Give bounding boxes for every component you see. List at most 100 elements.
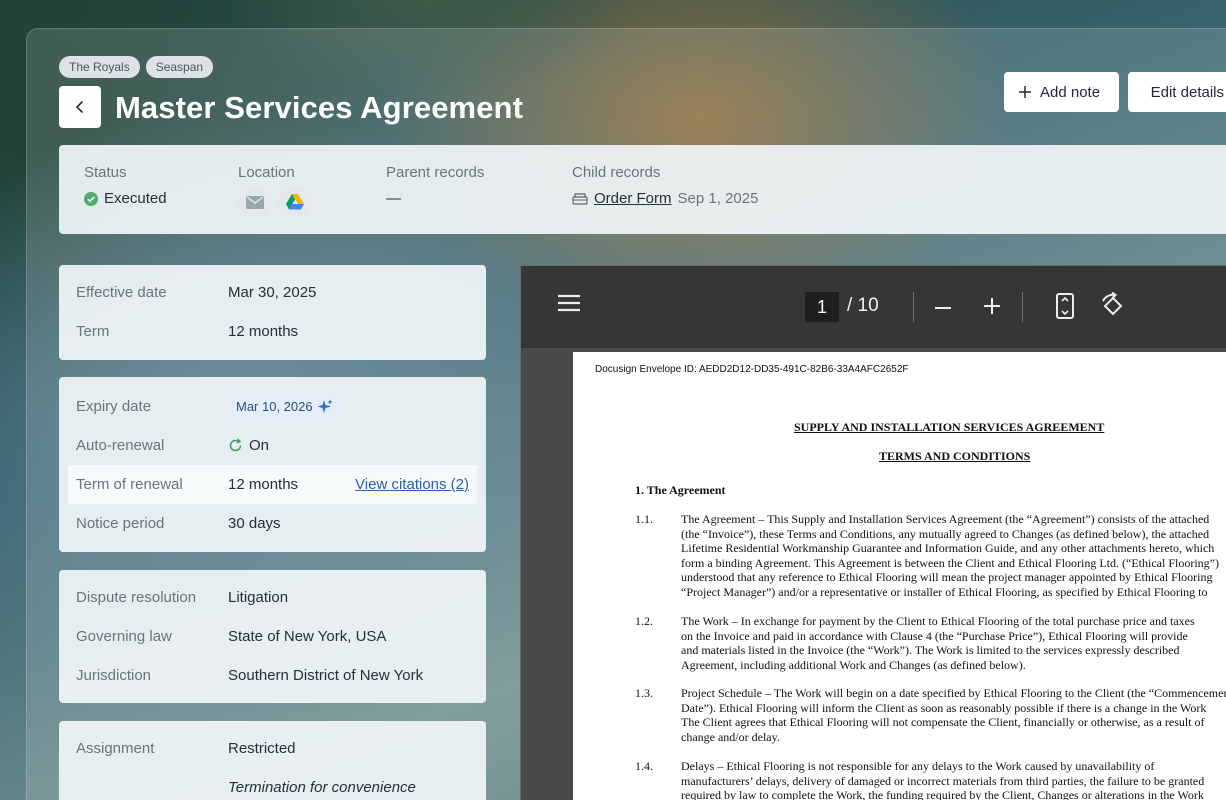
clause-line: understood that any reference to Ethical… xyxy=(681,570,1213,585)
pdf-toolbar: 1 / 10 xyxy=(521,266,1226,348)
ai-sparkle-icon xyxy=(317,399,333,413)
clause-line: Lifetime Residential Workmanship Guarant… xyxy=(681,541,1215,556)
section-heading: 1. The Agreement xyxy=(635,483,726,497)
governing-law-value: State of New York, USA xyxy=(228,628,387,645)
clause-line: Project Schedule – The Work will begin o… xyxy=(681,686,1226,700)
clause-line: “Project Manager”) and/or a representati… xyxy=(681,584,1208,599)
assignment-value: Restricted xyxy=(228,740,296,757)
renewal-card: Expiry date Mar 10, 2026 Auto-renewal On… xyxy=(59,377,486,552)
auto-renewal-value: On xyxy=(249,437,270,454)
status-field: Status Executed xyxy=(84,163,167,209)
clause-line: (the “Invoice”), these Terms and Conditi… xyxy=(681,526,1210,541)
clause-line: Agreement, including additional Work and… xyxy=(681,657,1026,672)
clause-line: on the Invoice and paid in accordance wi… xyxy=(681,628,1188,643)
notice-period-label: Notice period xyxy=(76,515,165,532)
edit-icon xyxy=(1142,91,1143,93)
clause-line: The Work – In exchange for payment by th… xyxy=(681,614,1195,628)
expiry-date-row: Expiry date Mar 10, 2026 xyxy=(59,387,486,426)
mail-icon[interactable] xyxy=(238,187,272,217)
document-subtitle: TERMS AND CONDITIONS xyxy=(879,449,1031,463)
back-button[interactable] xyxy=(59,86,101,128)
status-badge: Executed xyxy=(84,189,167,209)
dates-card: Effective date Mar 30, 2025 Term 12 mont… xyxy=(59,265,486,360)
dispute-resolution-label: Dispute resolution xyxy=(76,589,197,606)
clause-number: 1.2. xyxy=(635,614,653,628)
jurisdiction-value: Southern District of New York xyxy=(228,667,424,684)
assignment-row: Assignment Restricted xyxy=(59,729,486,768)
child-records-field: Child records Order Form Sep 1, 2025 xyxy=(572,163,758,209)
governing-law-label: Governing law xyxy=(76,628,172,645)
parent-records-field: Parent records — xyxy=(386,163,484,209)
hamburger-menu-icon[interactable] xyxy=(557,294,581,312)
child-record-date: Sep 1, 2025 xyxy=(677,190,759,207)
auto-renewal-label: Auto-renewal xyxy=(76,437,165,454)
fit-page-icon[interactable] xyxy=(1055,293,1075,319)
termination-note: Termination for convenience xyxy=(228,779,416,796)
zoom-out-icon[interactable] xyxy=(933,298,953,318)
add-note-label: Add note xyxy=(1040,83,1101,101)
clause-line: and materials listed in the Invoice (the… xyxy=(681,643,1180,658)
clause-line: The Agreement – This Supply and Installa… xyxy=(681,512,1210,526)
notice-period-value: 30 days xyxy=(228,515,281,532)
location-label: Location xyxy=(238,164,295,181)
toolbar-divider xyxy=(1022,292,1023,322)
dispute-resolution-row: Dispute resolution Litigation xyxy=(59,578,486,617)
pdf-viewer: 1 / 10 Docusign Envelope ID: AEDD2D12-DD… xyxy=(520,265,1226,800)
term-row: Term 12 months xyxy=(59,312,486,351)
status-value: Executed xyxy=(104,190,167,207)
google-drive-icon[interactable] xyxy=(278,187,312,217)
clause-number: 1.3. xyxy=(635,686,653,700)
dispute-resolution-value: Litigation xyxy=(228,589,289,606)
breadcrumb-chip-seaspan[interactable]: Seaspan xyxy=(145,56,214,78)
envelope-id: Docusign Envelope ID: AEDD2D12-DD35-491C… xyxy=(595,364,909,375)
effective-date-label: Effective date xyxy=(76,284,167,301)
page-total: / 10 xyxy=(847,295,879,316)
edit-details-label: Edit details xyxy=(1150,83,1224,101)
termination-row: Termination for convenience xyxy=(59,768,486,800)
add-note-button[interactable]: Add note xyxy=(1004,72,1119,112)
refresh-icon xyxy=(229,438,242,452)
clause-line: The Client agrees that Ethical Flooring … xyxy=(681,715,1205,730)
clause-number: 1.1. xyxy=(635,512,653,526)
page-number-input[interactable]: 1 xyxy=(805,292,839,322)
clause-line: form a binding Agreement. This Agreement… xyxy=(681,555,1219,570)
chevron-left-icon xyxy=(75,101,83,113)
pdf-page: Docusign Envelope ID: AEDD2D12-DD35-491C… xyxy=(573,352,1226,800)
term-of-renewal-label: Term of renewal xyxy=(76,476,183,493)
expiry-date-value: Mar 10, 2026 xyxy=(236,399,313,414)
parent-records-label: Parent records xyxy=(386,164,485,181)
rotate-icon[interactable] xyxy=(1099,292,1127,320)
jurisdiction-label: Jurisdiction xyxy=(76,667,152,684)
breadcrumb-chip-royals[interactable]: The Royals xyxy=(59,56,140,78)
clause-line: required by law to complete the Work, th… xyxy=(681,788,1204,800)
legal-card: Dispute resolution Litigation Governing … xyxy=(59,570,486,703)
zoom-in-icon[interactable] xyxy=(982,296,1002,316)
jurisdiction-row: Jurisdiction Southern District of New Yo… xyxy=(59,656,486,695)
clause-line: Date”). Ethical Flooring will inform the… xyxy=(681,700,1207,715)
location-field: Location xyxy=(238,163,312,217)
child-record-link[interactable]: Order Form xyxy=(594,189,672,209)
term-value: 12 months xyxy=(228,323,299,340)
view-citations-link[interactable]: View citations (2) xyxy=(355,476,469,493)
clause-line: change and/or delay. xyxy=(681,729,780,744)
status-label: Status xyxy=(84,164,127,181)
expiry-date-label: Expiry date xyxy=(76,398,152,415)
breadcrumb: The Royals Seaspan xyxy=(59,56,214,78)
document-title: SUPPLY AND INSTALLATION SERVICES AGREEME… xyxy=(794,420,1105,434)
effective-date-row: Effective date Mar 30, 2025 xyxy=(59,273,486,312)
notice-period-row: Notice period 30 days xyxy=(59,504,486,543)
record-info-bar: Status Executed Location Parent records … xyxy=(59,145,1226,234)
clause-line: manufacturers’ delays, delivery of damag… xyxy=(681,773,1205,788)
parent-records-value: — xyxy=(386,190,401,207)
clause-line: Delays – Ethical Flooring is not respons… xyxy=(681,759,1155,773)
assignment-label: Assignment xyxy=(76,740,155,757)
page-title: Master Services Agreement xyxy=(115,90,523,125)
term-label: Term xyxy=(76,323,110,340)
term-of-renewal-value: 12 months xyxy=(228,476,299,493)
toolbar-divider xyxy=(913,292,914,322)
effective-date-value: Mar 30, 2025 xyxy=(228,284,317,301)
expiry-date-chip[interactable]: Mar 10, 2026 xyxy=(228,394,341,419)
edit-details-button[interactable]: Edit details xyxy=(1128,72,1226,112)
check-circle-icon xyxy=(84,192,98,206)
governing-law-row: Governing law State of New York, USA xyxy=(59,617,486,656)
